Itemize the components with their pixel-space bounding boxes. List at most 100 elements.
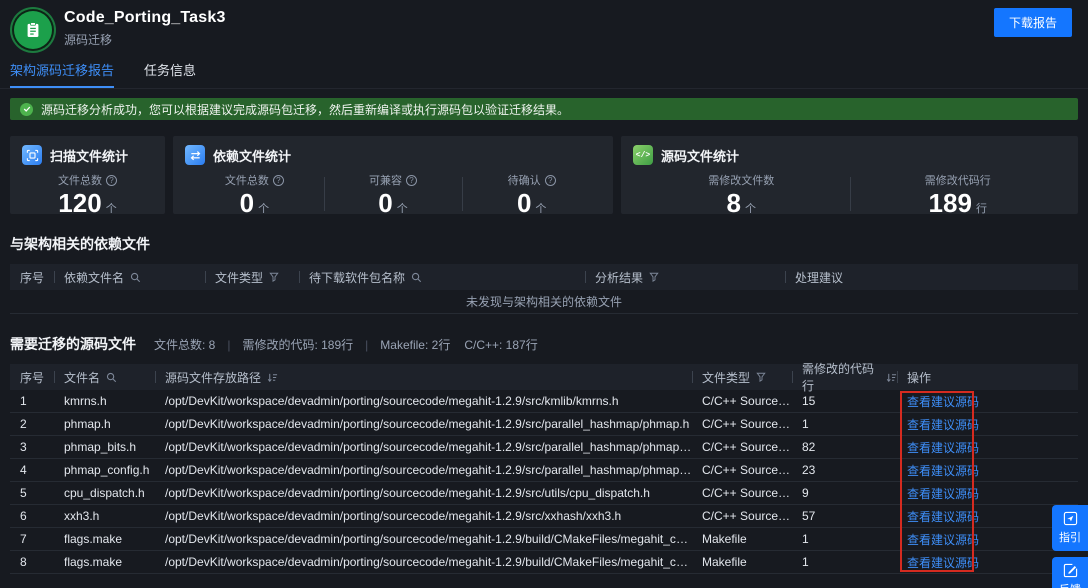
guide-label: 指引 <box>1059 529 1081 545</box>
col-label: 待下载软件包名称 <box>309 269 405 286</box>
stat-lines-to-modify: 需修改代码行 189行 <box>850 172 1067 223</box>
col-label: 操作 <box>907 369 931 386</box>
stat-unit: 个 <box>258 203 269 215</box>
task-avatar <box>14 11 52 49</box>
help-icon[interactable] <box>273 175 284 186</box>
view-suggested-code-link[interactable]: 查看建议源码 <box>907 441 979 455</box>
download-report-button[interactable]: 下载报告 <box>994 8 1072 37</box>
source-table-header: 序号 文件名 源码文件存放路径 文件类型 需修改的代码行 操作 <box>10 364 1078 390</box>
view-suggested-code-link[interactable]: 查看建议源码 <box>907 464 979 478</box>
sort-icon[interactable] <box>267 372 278 383</box>
stat-total-files-scanned: 文件总数 120个 <box>22 172 153 223</box>
success-banner-text: 源码迁移分析成功，您可以根据建议完成源码包迁移，然后重新编译或执行源码包以验证迁… <box>41 101 569 118</box>
clipboard-icon <box>24 21 42 39</box>
cell-file-path: /opt/DevKit/workspace/devadmin/porting/s… <box>155 509 692 523</box>
dependency-table-empty-state: 未发现与架构相关的依赖文件 <box>10 290 1078 314</box>
feedback-icon <box>1063 563 1078 578</box>
cell-modified-lines: 15 <box>792 394 897 408</box>
search-icon[interactable] <box>411 272 422 283</box>
stat-cards: 扫描文件统计 文件总数 120个 <box>10 136 1078 214</box>
tab-bar: 架构源码迁移报告 任务信息 <box>0 52 1088 89</box>
meta-divider: | <box>365 338 368 352</box>
meta-cpp-lines: C/C++: 187行 <box>464 336 537 353</box>
stat-value: 120 <box>58 188 101 218</box>
filter-icon[interactable] <box>649 272 659 282</box>
view-suggested-code-link[interactable]: 查看建议源码 <box>907 510 979 524</box>
view-suggested-code-link[interactable]: 查看建议源码 <box>907 418 979 432</box>
feedback-label: 反馈 <box>1059 581 1081 588</box>
stat-unit: 行 <box>976 203 987 215</box>
search-icon[interactable] <box>106 372 117 383</box>
cell-file-name: phmap_bits.h <box>54 440 155 454</box>
col-label: 分析结果 <box>595 269 643 286</box>
source-section-meta: 文件总数: 8 | 需修改的代码: 189行 | Makefile: 2行 C/C+… <box>154 336 538 353</box>
cell-file-path: /opt/DevKit/workspace/devadmin/porting/s… <box>155 532 692 546</box>
sort-icon[interactable] <box>886 372 897 383</box>
help-icon[interactable] <box>106 175 117 186</box>
stat-label: 待确认 <box>508 172 541 188</box>
meta-total: 文件总数: 8 <box>154 336 215 353</box>
filter-icon[interactable] <box>756 372 766 382</box>
code-icon: </> <box>633 145 653 165</box>
cell-modified-lines: 57 <box>792 509 897 523</box>
search-icon[interactable] <box>130 272 141 283</box>
guide-icon <box>1063 511 1078 526</box>
table-row: 5 cpu_dispatch.h /opt/DevKit/workspace/d… <box>10 482 1078 505</box>
stat-value: 189 <box>929 188 972 218</box>
cell-index: 6 <box>10 509 54 523</box>
cell-file-type: C/C++ Source File <box>692 440 792 454</box>
meta-modified-lines: 需修改的代码: 189行 <box>242 336 353 353</box>
cell-index: 7 <box>10 532 54 546</box>
col-file-type: 文件类型 <box>692 364 792 390</box>
help-icon[interactable] <box>545 175 556 186</box>
feedback-float-button[interactable]: 反馈 <box>1052 557 1088 588</box>
col-label: 文件类型 <box>215 269 263 286</box>
table-row: 1 kmrns.h /opt/DevKit/workspace/devadmin… <box>10 390 1078 413</box>
cell-modified-lines: 82 <box>792 440 897 454</box>
stat-dep-total: 文件总数 0个 <box>185 172 324 223</box>
header-text: Code_Porting_Task3 源码迁移 <box>64 9 226 48</box>
view-suggested-code-link[interactable]: 查看建议源码 <box>907 556 979 570</box>
tab-migration-report[interactable]: 架构源码迁移报告 <box>10 52 114 88</box>
source-stats-card: </> 源码文件统计 需修改文件数 8个 需修改代码行 189行 <box>621 136 1078 214</box>
meta-divider: | <box>227 338 230 352</box>
page-header: Code_Porting_Task3 源码迁移 下载报告 <box>0 0 1088 49</box>
col-actions: 操作 <box>897 364 1078 390</box>
cell-file-path: /opt/DevKit/workspace/devadmin/porting/s… <box>155 486 692 500</box>
stat-unit: 个 <box>397 203 408 215</box>
stat-unit: 个 <box>745 203 756 215</box>
cell-modified-lines: 1 <box>792 417 897 431</box>
help-icon[interactable] <box>406 175 417 186</box>
source-card-title: 源码文件统计 <box>661 146 739 165</box>
scan-stats-card: 扫描文件统计 文件总数 120个 <box>10 136 165 214</box>
col-index: 序号 <box>10 264 54 290</box>
success-banner: 源码迁移分析成功，您可以根据建议完成源码包迁移，然后重新编译或执行源码包以验证迁… <box>10 98 1078 120</box>
cell-file-name: flags.make <box>54 555 155 569</box>
cell-modified-lines: 1 <box>792 532 897 546</box>
stat-label: 需修改文件数 <box>708 172 774 188</box>
col-file-name: 文件名 <box>54 364 155 390</box>
col-modified-lines: 需修改的代码行 <box>792 364 897 390</box>
cell-file-path: /opt/DevKit/workspace/devadmin/porting/s… <box>155 555 692 569</box>
cell-file-type: C/C++ Source File <box>692 486 792 500</box>
stat-value: 0 <box>517 188 531 218</box>
meta-makefile-lines: Makefile: 2行 <box>380 336 450 353</box>
col-label: 序号 <box>20 369 44 386</box>
col-label: 处理建议 <box>795 269 843 286</box>
cell-modified-lines: 1 <box>792 555 897 569</box>
cell-index: 3 <box>10 440 54 454</box>
filter-icon[interactable] <box>269 272 279 282</box>
stat-dep-pending: 待确认 0个 <box>462 172 601 223</box>
view-suggested-code-link[interactable]: 查看建议源码 <box>907 395 979 409</box>
cell-file-name: kmrns.h <box>54 394 155 408</box>
stat-unit: 个 <box>535 203 546 215</box>
scan-icon <box>22 145 42 165</box>
guide-float-button[interactable]: 指引 <box>1052 505 1088 551</box>
stat-files-to-modify: 需修改文件数 8个 <box>633 172 850 223</box>
page-title: Code_Porting_Task3 <box>64 9 226 27</box>
tab-task-info[interactable]: 任务信息 <box>144 52 196 88</box>
col-label: 文件名 <box>64 369 100 386</box>
view-suggested-code-link[interactable]: 查看建议源码 <box>907 487 979 501</box>
view-suggested-code-link[interactable]: 查看建议源码 <box>907 533 979 547</box>
page-subtitle: 源码迁移 <box>64 31 226 48</box>
